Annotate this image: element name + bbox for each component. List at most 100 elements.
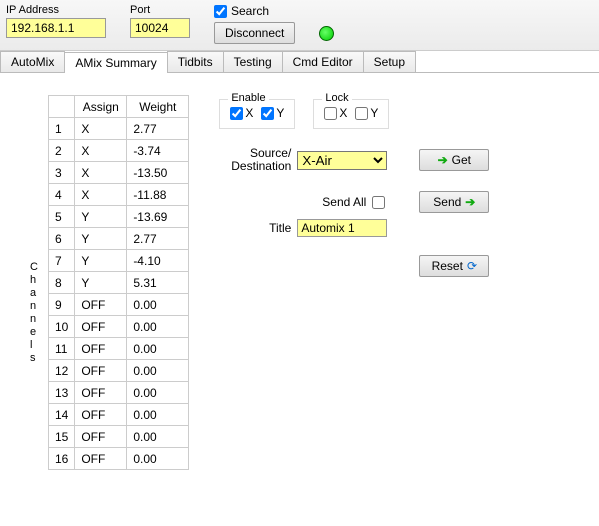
table-row[interactable]: 4X-11.88: [48, 184, 188, 206]
tab-testing[interactable]: Testing: [223, 51, 283, 72]
cell-weight[interactable]: 0.00: [127, 382, 189, 404]
table-row[interactable]: 3X-13.50: [48, 162, 188, 184]
cell-weight[interactable]: -3.74: [127, 140, 189, 162]
send-all-checkbox[interactable]: [372, 196, 385, 209]
get-button[interactable]: ➔ Get: [419, 149, 489, 171]
enable-group-title: Enable: [228, 92, 268, 104]
cell-assign[interactable]: Y: [75, 206, 127, 228]
table-row[interactable]: 15OFF0.00: [48, 426, 188, 448]
row-number: 16: [48, 448, 74, 470]
table-row[interactable]: 9OFF0.00: [48, 294, 188, 316]
table-row[interactable]: 1X2.77: [48, 118, 188, 140]
disconnect-button[interactable]: Disconnect: [214, 22, 295, 44]
tab-tidbits[interactable]: Tidbits: [167, 51, 224, 72]
tab-automix[interactable]: AutoMix: [0, 51, 65, 72]
reset-row: Reset ⟳: [219, 255, 489, 277]
cell-assign[interactable]: Y: [75, 272, 127, 294]
table-row[interactable]: 6Y2.77: [48, 228, 188, 250]
cell-assign[interactable]: X: [75, 140, 127, 162]
row-number: 8: [48, 272, 74, 294]
arrow-right-icon: ➔: [438, 153, 448, 167]
cell-assign[interactable]: OFF: [75, 316, 127, 338]
lock-group-title: Lock: [322, 92, 351, 104]
enable-y-checkbox[interactable]: [261, 107, 274, 120]
lock-y-checkbox[interactable]: [355, 107, 368, 120]
tab-amix-summary[interactable]: AMix Summary: [64, 52, 167, 73]
cell-assign[interactable]: Y: [75, 228, 127, 250]
cell-weight[interactable]: 0.00: [127, 448, 189, 470]
port-input[interactable]: [130, 18, 190, 38]
row-number: 15: [48, 426, 74, 448]
cell-weight[interactable]: 5.31: [127, 272, 189, 294]
disconnect-button-label: Disconnect: [225, 26, 284, 40]
row-number: 10: [48, 316, 74, 338]
ip-field: IP Address: [6, 4, 106, 38]
table-row[interactable]: 5Y-13.69: [48, 206, 188, 228]
cell-assign[interactable]: X: [75, 118, 127, 140]
port-label: Port: [130, 4, 190, 16]
ip-input[interactable]: [6, 18, 106, 38]
grid-header-weight: Weight: [127, 96, 189, 118]
tab-setup[interactable]: Setup: [363, 51, 416, 72]
send-button[interactable]: Send ➔: [419, 191, 489, 213]
source-dest-select[interactable]: X-Air: [297, 151, 387, 170]
row-number: 6: [48, 228, 74, 250]
cell-assign[interactable]: X: [75, 162, 127, 184]
enable-y-label: Y: [276, 106, 284, 120]
cell-assign[interactable]: OFF: [75, 404, 127, 426]
cell-weight[interactable]: -11.88: [127, 184, 189, 206]
get-button-label: Get: [452, 153, 471, 167]
refresh-icon: ⟳: [467, 259, 477, 273]
table-row[interactable]: 7Y-4.10: [48, 250, 188, 272]
top-bar: IP Address Port Search Disconnect: [0, 0, 599, 51]
cell-assign[interactable]: Y: [75, 250, 127, 272]
table-row[interactable]: 11OFF0.00: [48, 338, 188, 360]
tab-content: Channels Assign Weight 1X2.772X-3.743X-1…: [0, 73, 599, 480]
lock-y-row: Y: [355, 106, 378, 120]
tab-strip: AutoMix AMix Summary Tidbits Testing Cmd…: [0, 51, 599, 73]
cell-weight[interactable]: 0.00: [127, 426, 189, 448]
cell-weight[interactable]: 0.00: [127, 404, 189, 426]
cell-assign[interactable]: OFF: [75, 382, 127, 404]
row-number: 5: [48, 206, 74, 228]
cell-weight[interactable]: 0.00: [127, 294, 189, 316]
enable-group: Enable X Y: [219, 99, 295, 129]
cell-weight[interactable]: 2.77: [127, 228, 189, 250]
channels-grid: Assign Weight 1X2.772X-3.743X-13.504X-11…: [48, 95, 189, 470]
left-column: Channels Assign Weight 1X2.772X-3.743X-1…: [30, 95, 189, 470]
row-number: 2: [48, 140, 74, 162]
enable-y-row: Y: [261, 106, 284, 120]
row-number: 12: [48, 360, 74, 382]
cell-assign[interactable]: OFF: [75, 338, 127, 360]
tab-cmd-editor[interactable]: Cmd Editor: [282, 51, 364, 72]
cell-weight[interactable]: -13.50: [127, 162, 189, 184]
title-row: Title: [219, 219, 489, 237]
search-checkbox[interactable]: [214, 5, 227, 18]
cell-assign[interactable]: OFF: [75, 294, 127, 316]
table-row[interactable]: 8Y5.31: [48, 272, 188, 294]
cell-weight[interactable]: -13.69: [127, 206, 189, 228]
cell-weight[interactable]: 0.00: [127, 338, 189, 360]
table-row[interactable]: 14OFF0.00: [48, 404, 188, 426]
cell-assign[interactable]: OFF: [75, 448, 127, 470]
cell-weight[interactable]: -4.10: [127, 250, 189, 272]
table-row[interactable]: 10OFF0.00: [48, 316, 188, 338]
source-dest-label: Source/ Destination: [219, 147, 291, 173]
table-row[interactable]: 2X-3.74: [48, 140, 188, 162]
cell-weight[interactable]: 0.00: [127, 360, 189, 382]
row-number: 3: [48, 162, 74, 184]
table-row[interactable]: 13OFF0.00: [48, 382, 188, 404]
reset-button[interactable]: Reset ⟳: [419, 255, 489, 277]
lock-x-checkbox[interactable]: [324, 107, 337, 120]
port-field: Port: [130, 4, 190, 38]
title-input[interactable]: [297, 219, 387, 237]
cell-assign[interactable]: OFF: [75, 360, 127, 382]
cell-assign[interactable]: OFF: [75, 426, 127, 448]
enable-x-checkbox[interactable]: [230, 107, 243, 120]
cell-weight[interactable]: 2.77: [127, 118, 189, 140]
cell-weight[interactable]: 0.00: [127, 316, 189, 338]
cell-assign[interactable]: X: [75, 184, 127, 206]
table-row[interactable]: 16OFF0.00: [48, 448, 188, 470]
table-row[interactable]: 12OFF0.00: [48, 360, 188, 382]
lock-y-label: Y: [370, 106, 378, 120]
